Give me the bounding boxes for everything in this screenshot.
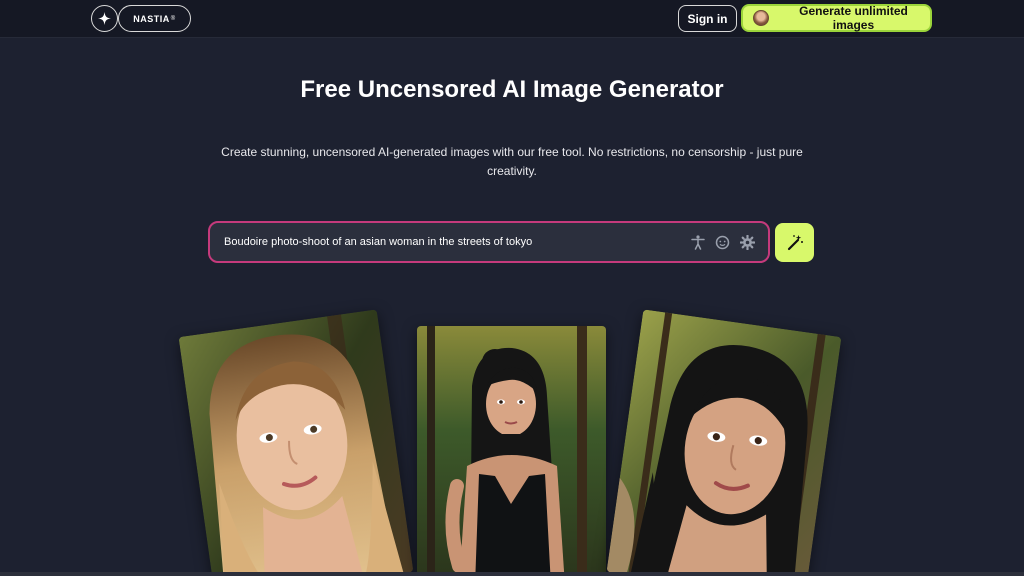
magic-wand-icon	[787, 234, 803, 250]
bottom-divider	[0, 572, 1024, 576]
gallery-image-3[interactable]	[606, 309, 842, 576]
prompt-input[interactable]	[224, 236, 689, 248]
pose-icon[interactable]	[689, 234, 706, 251]
top-navbar: NASTIA ® Sign in Generate unlimited image…	[0, 0, 1024, 38]
face-icon[interactable]	[714, 234, 731, 251]
prompt-tools	[689, 234, 756, 251]
gallery-image-2[interactable]	[417, 326, 606, 576]
settings-gear-icon[interactable]	[739, 234, 756, 251]
generate-unlimited-label: Generate unlimited images	[799, 4, 908, 32]
sign-in-button[interactable]: Sign in	[678, 5, 737, 32]
page-title: Free Uncensored AI Image Generator	[300, 76, 724, 103]
generate-unlimited-button[interactable]: Generate unlimited images	[741, 4, 932, 32]
gallery-image-1[interactable]	[178, 309, 414, 576]
avatar	[753, 10, 769, 26]
brand-name: NASTIA	[133, 13, 170, 24]
registered-mark: ®	[170, 15, 176, 22]
logo-sparkle-icon[interactable]	[91, 5, 118, 32]
brand-logo[interactable]: NASTIA ®	[118, 5, 191, 32]
generate-wand-button[interactable]	[775, 223, 814, 262]
prompt-bar	[208, 221, 770, 263]
page-subtitle: Create stunning, uncensored AI-generated…	[221, 145, 803, 178]
